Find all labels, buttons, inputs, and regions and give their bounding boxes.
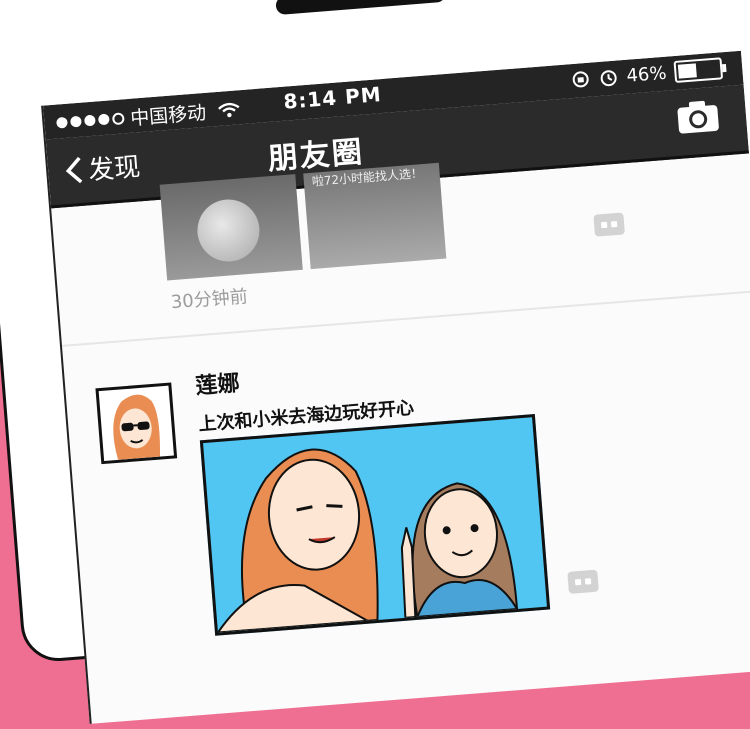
carrier-name: 中国移动 [129, 98, 207, 131]
signal-strength-icon [56, 112, 125, 129]
back-button[interactable]: 发现 [63, 146, 142, 189]
post-timestamp: 30分钟前 [170, 282, 249, 314]
status-right: 46% [570, 57, 723, 91]
comment-icon[interactable] [567, 570, 599, 594]
back-label: 发现 [87, 146, 142, 187]
rotation-lock-icon [570, 69, 592, 91]
previous-post-photo-2[interactable]: 啦72小时能找人选！ [303, 163, 446, 269]
avatar[interactable] [95, 382, 177, 464]
post-photo[interactable] [200, 414, 550, 636]
chevron-left-icon [63, 154, 85, 185]
comment-icon[interactable] [593, 212, 625, 236]
camera-icon[interactable] [675, 97, 722, 136]
battery-percent: 46% [626, 62, 668, 86]
phone-frame: 中国移动 8:14 PM 46% [0, 0, 750, 664]
battery-icon [674, 57, 724, 83]
previous-post-photo-1[interactable] [160, 174, 303, 280]
previous-post-images: 啦72小时能找人选！ [160, 163, 447, 281]
phone-screen: 中国移动 8:14 PM 46% [41, 51, 750, 724]
phone-speaker [275, 0, 446, 15]
status-time: 8:14 PM [283, 82, 383, 114]
post-username[interactable]: 莲娜 [194, 365, 240, 400]
post-divider [62, 290, 750, 347]
alarm-icon [598, 66, 620, 88]
wifi-icon [217, 101, 240, 119]
